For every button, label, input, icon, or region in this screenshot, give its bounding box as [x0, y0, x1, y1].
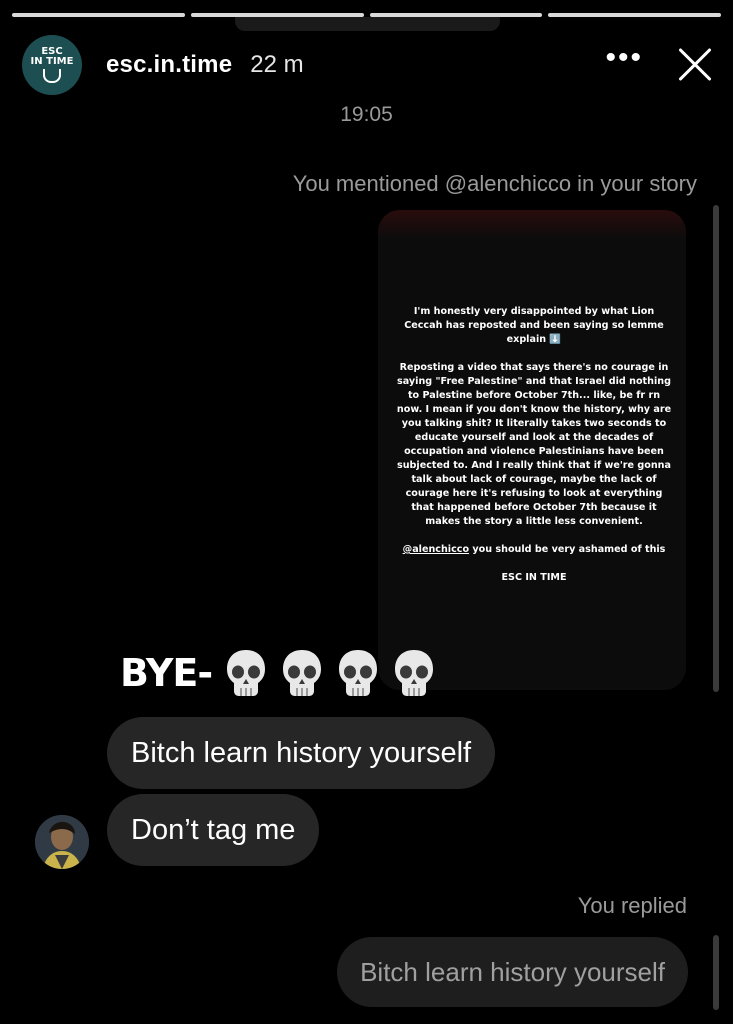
username[interactable]: esc.in.time: [106, 51, 232, 79]
story-signature: ESC IN TIME: [501, 572, 567, 583]
story-top-gradient: [378, 210, 686, 240]
skull-icon: [336, 648, 380, 698]
progress-segment: [548, 13, 721, 17]
skull-icon: [392, 648, 436, 698]
story-paragraph: @alenchicco you should be very ashamed o…: [396, 543, 672, 557]
story-reaction: BYE-: [120, 648, 436, 698]
more-options-icon[interactable]: •••: [605, 41, 643, 75]
message-bubble[interactable]: Bitch learn history yourself: [107, 717, 496, 789]
message-timestamp: 19:05: [340, 103, 393, 126]
reply-quote-text: Bitch learn history yourself: [360, 956, 665, 987]
sender-avatar[interactable]: [35, 815, 89, 869]
scrollbar[interactable]: [713, 205, 719, 692]
reaction-text: BYE-: [120, 651, 213, 695]
story-paragraph: I'm honestly very disappointed by what L…: [404, 306, 664, 345]
reply-quote-bubble[interactable]: Bitch learn history yourself: [337, 937, 688, 1007]
story-header: ESC IN TIME esc.in.time 22 m •••: [22, 35, 715, 95]
replied-note: You replied: [577, 893, 687, 918]
profile-avatar[interactable]: ESC IN TIME: [22, 35, 82, 95]
logo-mark-icon: [43, 69, 61, 83]
message-bubble[interactable]: Don’t tag me: [107, 794, 320, 866]
top-handle: [235, 17, 500, 31]
progress-segment: [12, 13, 185, 17]
scrollbar[interactable]: [713, 935, 719, 1010]
story-mention-link: @alenchicco: [402, 544, 470, 555]
story-paragraph: Reposting a video that says there's no c…: [396, 362, 672, 527]
post-time-ago: 22 m: [250, 51, 304, 78]
story-text-block: I'm honestly very disappointed by what L…: [396, 305, 672, 585]
skull-icon: [280, 648, 324, 698]
shared-story-preview[interactable]: I'm honestly very disappointed by what L…: [378, 210, 686, 690]
story-mention-text: you should be very ashamed of this: [469, 544, 666, 555]
logo-text-line2: IN TIME: [30, 56, 74, 67]
story-mention-note: You mentioned @alenchicco in your story: [292, 171, 697, 196]
close-icon[interactable]: [675, 45, 715, 85]
message-text: Don’t tag me: [131, 813, 296, 846]
message-text: Bitch learn history yourself: [131, 736, 472, 769]
skull-icon: [224, 648, 268, 698]
